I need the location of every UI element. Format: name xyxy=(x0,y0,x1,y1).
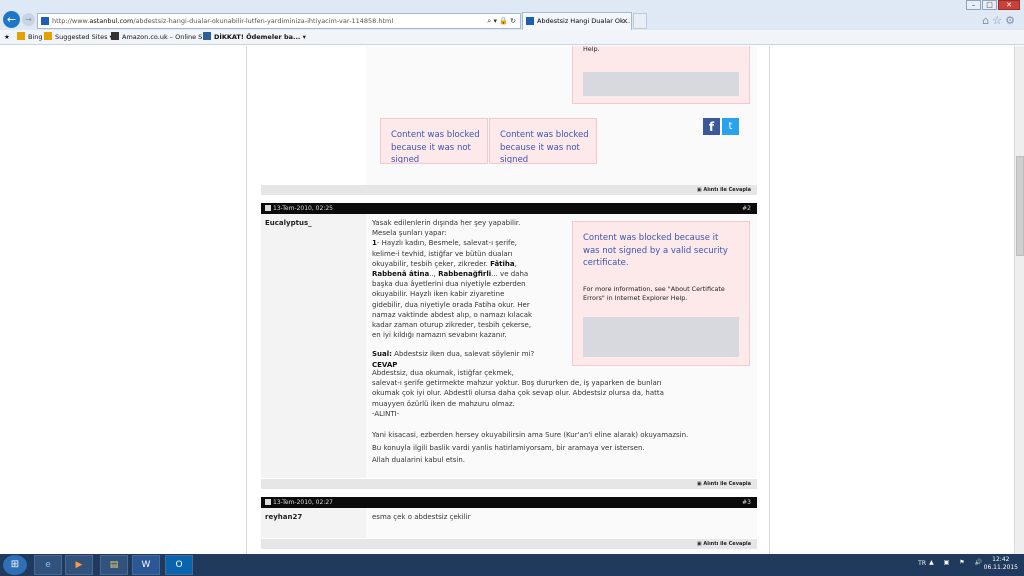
window-controls: – □ ✕ xyxy=(965,0,1020,12)
post-icon xyxy=(265,205,271,211)
internet-explorer-icon[interactable]: e xyxy=(34,555,62,575)
tab-active[interactable]: Abdestsiz Hangi Dualar Ok... × xyxy=(522,12,632,30)
favorite-bing[interactable]: Bing xyxy=(17,30,43,44)
dikkat-icon xyxy=(203,32,211,40)
maximize-button[interactable]: □ xyxy=(982,0,997,10)
post-2-closing: Yani kisacasi, ezberden hersey okuyabili… xyxy=(372,431,689,464)
post-icon xyxy=(265,499,271,505)
file-explorer-icon[interactable]: ▤ xyxy=(100,555,128,575)
reply-with-quote-link-2[interactable]: Alıntı ile Cevapla xyxy=(703,481,751,487)
tab-title: Abdestsiz Hangi Dualar Ok... xyxy=(537,17,631,25)
reply-with-quote-link-3[interactable]: Alıntı ile Cevapla xyxy=(703,541,751,547)
back-arrow-icon[interactable]: ← xyxy=(3,11,20,28)
windows-taskbar: ⊞ e ▶ ▤ W O TR ▲ ▣ ⚑ 🔊 12:42 06.11.2015 xyxy=(0,554,1024,576)
page-viewport: Help. Content was blocked because it was… xyxy=(0,46,1014,554)
new-tab-button[interactable] xyxy=(633,13,647,29)
post-header-3: 13-Tem-2010, 02:27 #3 xyxy=(261,497,757,508)
post-number-3[interactable]: #3 xyxy=(742,497,751,508)
page-icon xyxy=(41,17,49,25)
tab-favicon-icon xyxy=(526,17,534,25)
tab-close-icon[interactable]: × xyxy=(622,13,628,29)
favorites-star-icon[interactable]: ★ xyxy=(4,30,10,44)
bing-icon xyxy=(17,32,25,40)
address-bar[interactable]: http://www.astanbul.com/abdestsiz-hangi-… xyxy=(37,13,521,29)
post-number-2[interactable]: #2 xyxy=(742,203,751,214)
post-3-body: esma çek o abdestsiz çekilir xyxy=(372,513,471,521)
start-button[interactable]: ⊞ xyxy=(3,555,27,575)
minimize-button[interactable]: – xyxy=(966,0,981,10)
post-2-userinfo xyxy=(261,214,366,478)
post-header-2: 13-Tem-2010, 02:25 #2 xyxy=(261,203,757,214)
favorite-amazon[interactable]: Amazon.co.uk – Online S... xyxy=(111,30,208,44)
reply-bar-2: ▣ Alıntı ile Cevapla xyxy=(261,479,757,489)
username-3[interactable]: reyhan27 xyxy=(265,513,302,521)
post-date-3: 13-Tem-2010, 02:27 xyxy=(265,497,333,508)
close-button[interactable]: ✕ xyxy=(998,0,1020,10)
media-player-icon[interactable]: ▶ xyxy=(65,555,93,575)
reply-bar-1: ▣ Alıntı ile Cevapla xyxy=(261,185,757,195)
post-2-body: Yasak edilenlerin dışında her şey yapabi… xyxy=(372,219,535,369)
language-indicator[interactable]: TR xyxy=(918,560,926,567)
reply-with-quote-link-1[interactable]: Alıntı ile Cevapla xyxy=(703,187,751,193)
browser-tool-icons[interactable]: ⌂☆⚙ xyxy=(982,14,1018,27)
blocked-content-box-top: Help. xyxy=(572,46,750,104)
outlook-icon[interactable]: O xyxy=(165,555,193,575)
facebook-share-icon[interactable]: f xyxy=(703,118,720,135)
blocked-placeholder xyxy=(583,317,739,357)
scrollbar-thumb[interactable] xyxy=(1016,156,1024,256)
forward-arrow-icon[interactable]: → xyxy=(22,13,35,26)
amazon-icon xyxy=(111,32,119,40)
post-date-2: 13-Tem-2010, 02:25 xyxy=(265,203,333,214)
post-2-answer: Abdestsiz, dua okumak, istiğfar çekmek, … xyxy=(372,369,664,418)
blocked-content-box-small-2: Content was blocked because it was not s… xyxy=(489,118,597,164)
username-2[interactable]: Eucalyptus_ xyxy=(265,219,312,227)
vertical-scrollbar[interactable] xyxy=(1014,46,1024,554)
clock[interactable]: 12:42 06.11.2015 xyxy=(984,556,1018,572)
twitter-share-icon[interactable]: t xyxy=(722,118,739,135)
favorites-bar: ★ Bing Suggested Sites ▾ Amazon.co.uk – … xyxy=(0,30,1024,45)
favorite-dikkat[interactable]: DİKKAT! Ödemeler ba... ▾ xyxy=(203,30,306,44)
browser-title-bar: – □ ✕ ← → http://www.astanbul.com/abdest… xyxy=(0,0,1024,30)
suggested-sites-icon xyxy=(44,32,52,40)
reply-bar-3: ▣ Alıntı ile Cevapla xyxy=(261,539,757,549)
address-bar-controls[interactable]: ⌕ ▾ 🔒 ↻ xyxy=(487,14,516,28)
word-icon[interactable]: W xyxy=(132,555,160,575)
system-tray-icons[interactable]: ▲ ▣ ⚑ 🔊 xyxy=(929,559,986,566)
blocked-content-box-main: Content was blocked because it was not s… xyxy=(572,221,750,366)
blocked-placeholder xyxy=(583,72,739,96)
favorite-suggested-sites[interactable]: Suggested Sites ▾ xyxy=(44,30,113,44)
blocked-content-box-small-1: Content was blocked because it was not s… xyxy=(380,118,488,164)
url-text: http://www.astanbul.com/abdestsiz-hangi-… xyxy=(52,17,394,25)
